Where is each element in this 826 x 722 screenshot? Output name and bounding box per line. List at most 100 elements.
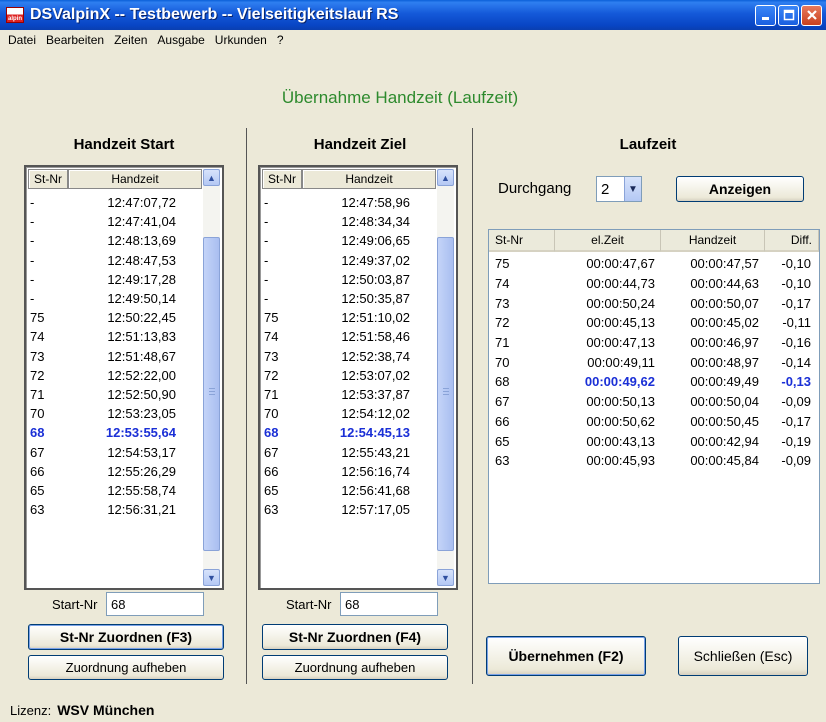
list-item[interactable]: 72 12:53:07,02 <box>264 366 414 385</box>
menu-urkunden[interactable]: Urkunden <box>210 33 272 47</box>
list-item[interactable]: 66 12:56:16,74 <box>264 462 414 481</box>
menu-ausgabe[interactable]: Ausgabe <box>152 33 209 47</box>
start-assign-button[interactable]: St-Nr Zuordnen (F3) <box>28 624 224 650</box>
column-header-elzeit[interactable]: el.Zeit <box>555 230 661 252</box>
column-header-stnr[interactable]: St-Nr <box>262 169 302 189</box>
list-item-handzeit: 12:54:53,17 <box>107 444 176 460</box>
list-item[interactable]: 65 12:56:41,68 <box>264 481 414 500</box>
list-item[interactable]: 72 12:52:22,00 <box>30 366 180 385</box>
list-item[interactable]: 75 12:51:10,02 <box>264 308 414 327</box>
list-item[interactable]: - 12:48:13,69 <box>30 231 180 250</box>
menu-zeiten[interactable]: Zeiten <box>109 33 152 47</box>
scroll-down-icon[interactable]: ▼ <box>437 569 454 586</box>
list-item-handzeit: 12:56:31,21 <box>107 502 176 518</box>
list-item[interactable]: 70 12:54:12,02 <box>264 404 414 423</box>
list-item[interactable]: - 12:49:50,14 <box>30 289 180 308</box>
table-row[interactable]: 73 00:00:50,24 00:00:50,07 -0,17 <box>489 293 819 313</box>
list-item[interactable]: 75 12:50:22,45 <box>30 308 180 327</box>
ziel-assign-button[interactable]: St-Nr Zuordnen (F4) <box>262 624 448 650</box>
scroll-down-icon[interactable]: ▼ <box>203 569 220 586</box>
cell-elzeit: 00:00:47,67 <box>586 256 655 272</box>
cell-elzeit: 00:00:50,62 <box>586 413 655 429</box>
start-nr-input[interactable]: 68 <box>106 592 204 616</box>
list-item[interactable]: 73 12:51:48,67 <box>30 347 180 366</box>
table-row[interactable]: 74 00:00:44,73 00:00:44,63 -0,10 <box>489 274 819 294</box>
scroll-up-icon[interactable]: ▲ <box>437 169 454 186</box>
ziel-time-list[interactable]: St-Nr Handzeit -12:47:58,96-12:48:34,34-… <box>258 165 458 590</box>
table-row[interactable]: 68 00:00:49,62 00:00:49,49 -0,13 <box>489 372 819 392</box>
list-item[interactable]: - 12:49:37,02 <box>264 251 414 270</box>
menu-bearbeiten[interactable]: Bearbeiten <box>41 33 109 47</box>
close-icon[interactable] <box>801 4 822 26</box>
table-row[interactable]: 75 00:00:47,67 00:00:47,57 -0,10 <box>489 254 819 274</box>
menu-datei[interactable]: Datei <box>0 33 41 47</box>
ziel-nr-input[interactable]: 68 <box>340 592 438 616</box>
list-item[interactable]: 71 12:53:37,87 <box>264 385 414 404</box>
list-item-stnr: 72 <box>264 367 279 383</box>
apply-button[interactable]: Übernehmen (F2) <box>486 636 646 676</box>
table-row[interactable]: 67 00:00:50,13 00:00:50,04 -0,09 <box>489 392 819 412</box>
list-item[interactable]: 74 12:51:13,83 <box>30 327 180 346</box>
chevron-down-icon[interactable]: ▼ <box>624 177 641 201</box>
list-item[interactable]: 74 12:51:58,46 <box>264 327 414 346</box>
list-item[interactable]: 66 12:55:26,29 <box>30 462 180 481</box>
ziel-scrollbar[interactable]: ▲ ▼ <box>437 169 454 586</box>
start-scrollbar[interactable]: ▲ ▼ <box>203 169 220 586</box>
list-item-handzeit: 12:55:26,29 <box>107 463 176 479</box>
table-row[interactable]: 71 00:00:47,13 00:00:46,97 -0,16 <box>489 333 819 353</box>
table-row[interactable]: 65 00:00:43,13 00:00:42,94 -0,19 <box>489 431 819 451</box>
list-item-stnr: - <box>264 195 269 211</box>
list-item[interactable]: - 12:49:06,65 <box>264 231 414 250</box>
list-item[interactable]: 63 12:57:17,05 <box>264 500 414 519</box>
laufzeit-table[interactable]: St-Nr el.Zeit Handzeit Diff. 75 00:00:47,… <box>488 229 820 584</box>
list-item[interactable]: 68 12:54:45,13 <box>264 423 414 442</box>
title-bar[interactable]: alpin DSValpinX -- Testbewerb -- Vielsei… <box>0 0 826 30</box>
list-item[interactable]: 73 12:52:38,74 <box>264 347 414 366</box>
maximize-icon[interactable] <box>778 4 799 26</box>
column-header-handzeit[interactable]: Handzeit <box>302 169 436 189</box>
column-header-handzeit[interactable]: Handzeit <box>68 169 202 189</box>
scroll-thumb[interactable] <box>203 237 220 551</box>
column-header-diff[interactable]: Diff. <box>765 230 819 252</box>
start-unassign-button[interactable]: Zuordnung aufheben <box>28 655 224 680</box>
list-item[interactable]: - 12:50:35,87 <box>264 289 414 308</box>
list-item[interactable]: - 12:49:17,28 <box>30 270 180 289</box>
list-item[interactable]: 65 12:55:58,74 <box>30 481 180 500</box>
list-item[interactable]: 70 12:53:23,05 <box>30 404 180 423</box>
list-item[interactable]: - 12:50:03,87 <box>264 270 414 289</box>
list-item-handzeit: 12:47:07,72 <box>107 195 176 211</box>
column-header-stnr[interactable]: St-Nr <box>28 169 68 189</box>
show-button[interactable]: Anzeigen <box>676 176 804 202</box>
minimize-icon[interactable] <box>755 4 776 26</box>
list-item[interactable]: - 12:48:34,34 <box>264 212 414 231</box>
cell-handzeit: 00:00:45,84 <box>690 453 759 469</box>
cell-diff: -0,09 <box>781 394 811 410</box>
list-item[interactable]: 67 12:55:43,21 <box>264 442 414 461</box>
table-row[interactable]: 72 00:00:45,13 00:00:45,02 -0,11 <box>489 313 819 333</box>
list-item[interactable]: 68 12:53:55,64 <box>30 423 180 442</box>
close-button[interactable]: Schließen (Esc) <box>678 636 808 676</box>
list-item[interactable]: 71 12:52:50,90 <box>30 385 180 404</box>
cell-diff: -0,14 <box>781 354 811 370</box>
durchgang-value: 2 <box>601 180 610 198</box>
list-item[interactable]: - 12:47:58,96 <box>264 193 414 212</box>
cell-handzeit: 00:00:47,57 <box>690 256 759 272</box>
menu-help[interactable]: ? <box>272 33 289 47</box>
list-item[interactable]: 67 12:54:53,17 <box>30 442 180 461</box>
column-header-stnr[interactable]: St-Nr <box>489 230 555 252</box>
scroll-up-icon[interactable]: ▲ <box>203 169 220 186</box>
scroll-thumb[interactable] <box>437 237 454 551</box>
list-item-stnr: 67 <box>264 444 279 460</box>
start-time-list[interactable]: St-Nr Handzeit -12:47:07,72-12:47:41,04-… <box>24 165 224 590</box>
durchgang-select[interactable]: 2 ▼ <box>596 176 642 202</box>
list-item[interactable]: 63 12:56:31,21 <box>30 500 180 519</box>
list-item[interactable]: - 12:48:47,53 <box>30 251 180 270</box>
table-row[interactable]: 63 00:00:45,93 00:00:45,84 -0,09 <box>489 451 819 471</box>
list-item-stnr: 74 <box>30 329 45 345</box>
table-row[interactable]: 66 00:00:50,62 00:00:50,45 -0,17 <box>489 412 819 432</box>
column-header-handzeit[interactable]: Handzeit <box>661 230 765 252</box>
list-item[interactable]: - 12:47:41,04 <box>30 212 180 231</box>
table-row[interactable]: 70 00:00:49,11 00:00:48,97 -0,14 <box>489 352 819 372</box>
list-item[interactable]: - 12:47:07,72 <box>30 193 180 212</box>
ziel-unassign-button[interactable]: Zuordnung aufheben <box>262 655 448 680</box>
